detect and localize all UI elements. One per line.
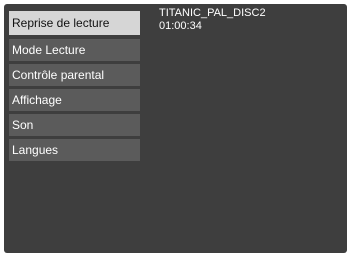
disc-info: TITANIC_PAL_DISC2 01:00:34 — [159, 7, 266, 33]
menu-item-label: Langues — [12, 143, 59, 157]
dvd-menu-screen: Reprise de lecture Mode Lecture Contrôle… — [4, 4, 347, 253]
menu-item-controle-parental[interactable]: Contrôle parental — [9, 64, 140, 86]
menu-item-mode-lecture[interactable]: Mode Lecture — [9, 39, 140, 61]
menu-item-label: Mode Lecture — [12, 43, 86, 57]
menu-item-label: Affichage — [12, 93, 62, 107]
menu-item-langues[interactable]: Langues — [9, 139, 140, 161]
menu-item-label: Contrôle parental — [12, 68, 105, 82]
settings-menu: Reprise de lecture Mode Lecture Contrôle… — [9, 11, 140, 164]
menu-item-affichage[interactable]: Affichage — [9, 89, 140, 111]
menu-item-label: Reprise de lecture — [12, 16, 110, 30]
menu-item-label: Son — [12, 118, 34, 132]
disc-title: TITANIC_PAL_DISC2 — [159, 7, 266, 19]
menu-item-son[interactable]: Son — [9, 114, 140, 136]
menu-item-reprise-de-lecture[interactable]: Reprise de lecture — [9, 11, 140, 35]
playback-time: 01:00:34 — [159, 20, 202, 32]
